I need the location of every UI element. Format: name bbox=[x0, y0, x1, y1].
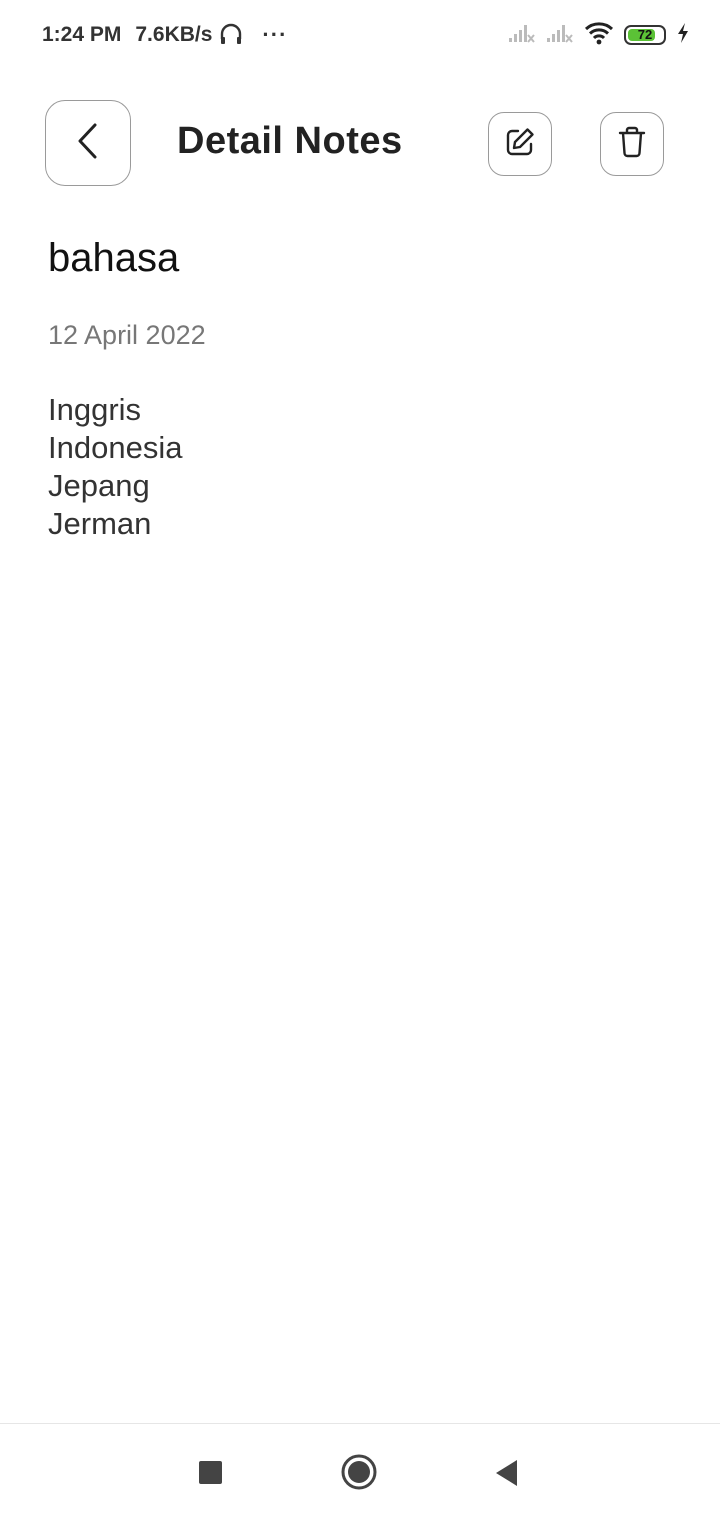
trash-icon bbox=[617, 126, 647, 163]
nav-bar bbox=[0, 1423, 720, 1520]
note-line: Inggris bbox=[48, 392, 142, 427]
header: Detail Notes bbox=[0, 98, 720, 188]
wifi-icon bbox=[584, 21, 614, 50]
chevron-left-icon bbox=[73, 122, 103, 165]
note-date: 12 April 2022 bbox=[48, 320, 206, 350]
battery-level: 72 bbox=[637, 27, 653, 42]
note-title: bahasa bbox=[48, 236, 180, 280]
status-more: ··· bbox=[262, 22, 288, 47]
note-body: Inggris Indonesia Jepang Jerman bbox=[48, 391, 182, 543]
status-net-speed: 7.6KB/s bbox=[135, 23, 213, 46]
note-line: Indonesia bbox=[48, 430, 183, 465]
screen: 1:24 PM 7.6KB/s ··· 72 Detail Notes baha… bbox=[0, 0, 720, 1520]
status-time: 1:24 PM bbox=[42, 23, 122, 46]
recents-icon[interactable] bbox=[199, 1461, 222, 1484]
home-icon[interactable] bbox=[341, 1454, 377, 1490]
back-button[interactable] bbox=[45, 100, 131, 186]
edit-button[interactable] bbox=[488, 112, 552, 176]
delete-button[interactable] bbox=[600, 112, 664, 176]
headset-icon bbox=[218, 22, 244, 48]
page-title: Detail Notes bbox=[177, 120, 403, 162]
signal-icon bbox=[546, 22, 574, 49]
note-line: Jepang bbox=[48, 468, 150, 503]
status-left: 1:24 PM 7.6KB/s ··· bbox=[42, 22, 287, 48]
charging-icon bbox=[676, 22, 690, 49]
note-line: Jerman bbox=[48, 506, 152, 541]
edit-icon bbox=[504, 126, 536, 163]
signal-icon bbox=[508, 22, 536, 49]
back-icon[interactable] bbox=[494, 1458, 518, 1488]
status-right: 72 bbox=[508, 20, 690, 50]
status-bar: 1:24 PM 7.6KB/s ··· 72 bbox=[0, 0, 720, 70]
battery-icon: 72 bbox=[624, 25, 666, 45]
